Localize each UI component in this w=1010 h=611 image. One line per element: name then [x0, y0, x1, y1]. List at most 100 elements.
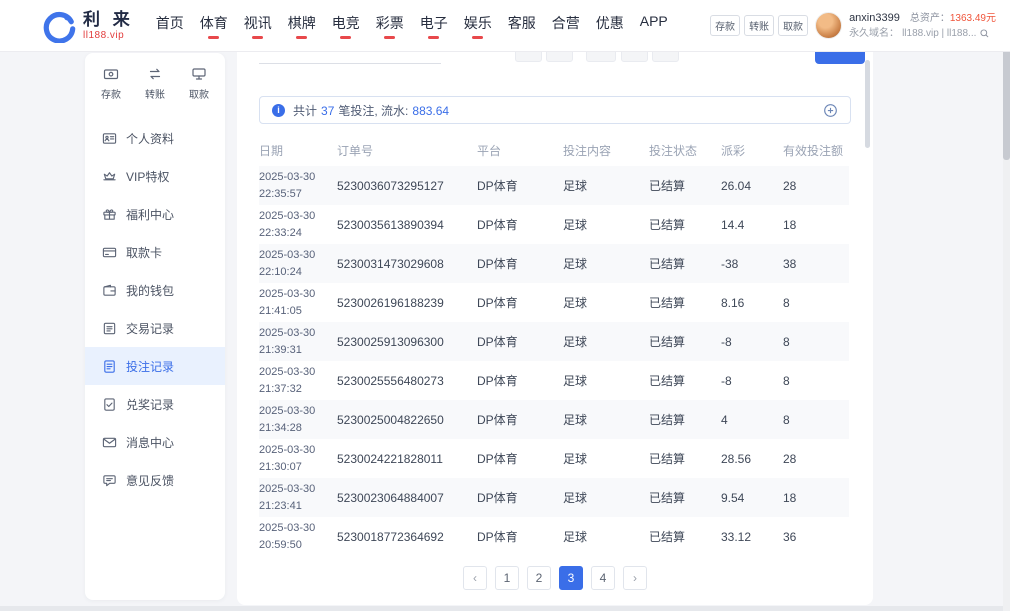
col-header-valid-amount: 有效投注额	[783, 134, 849, 166]
quick-deposit[interactable]: 存款	[101, 66, 121, 101]
sidebar-item-vip[interactable]: VIP特权	[85, 157, 225, 195]
filter-pill[interactable]	[621, 52, 648, 62]
table-row[interactable]: 2025-03-3021:39:31 5230025913096300 DP体育…	[259, 322, 849, 361]
circle-plus-icon[interactable]	[823, 103, 838, 118]
permanent-domain: ll188.vip | ll188...	[902, 26, 976, 41]
main-nav: 首页体育视讯棋牌电竞彩票电子娱乐客服合营优惠APP	[148, 13, 676, 39]
table-row[interactable]: 2025-03-3021:41:05 5230026196188239 DP体育…	[259, 283, 849, 322]
footer-strip	[0, 606, 1003, 611]
filter-pill[interactable]	[586, 52, 616, 62]
nav-item[interactable]: 娱乐	[456, 13, 500, 39]
bet-records-icon	[102, 359, 117, 374]
logo-title: 利 来	[83, 10, 134, 30]
user-info: anxin3399总资产：1363.49元 永久域名：ll188.vip | l…	[849, 10, 996, 42]
cell-payout: 33.12	[721, 517, 783, 556]
cell-date: 2025-03-3022:10:24	[259, 244, 337, 283]
sidebar-item-transactions[interactable]: 交易记录	[85, 309, 225, 347]
search-icon[interactable]	[979, 28, 990, 39]
nav-item[interactable]: 视讯	[236, 13, 280, 39]
sidebar-item-bank-card[interactable]: 取款卡	[85, 233, 225, 271]
cell-platform: DP体育	[477, 400, 563, 439]
hot-badge	[472, 36, 483, 39]
nav-item[interactable]: 电竞	[324, 13, 368, 39]
nav-item[interactable]: 首页	[148, 13, 192, 39]
nav-item[interactable]: 客服	[500, 13, 544, 39]
username[interactable]: anxin3399	[849, 12, 900, 24]
cell-date: 2025-03-3021:34:28	[259, 400, 337, 439]
sidebar-item-prize-records[interactable]: 兑奖记录	[85, 385, 225, 423]
hot-badge	[208, 36, 219, 39]
bank-card-icon	[102, 245, 117, 260]
nav-item[interactable]: APP	[632, 13, 676, 39]
cell-platform: DP体育	[477, 166, 563, 205]
cell-valid-amount: 8	[783, 400, 849, 439]
nav-item-label: 首页	[156, 15, 184, 31]
cell-date: 2025-03-3022:33:24	[259, 205, 337, 244]
hot-badge	[340, 36, 351, 39]
nav-item-label: 棋牌	[288, 15, 316, 31]
header-withdraw-button[interactable]: 取款	[778, 15, 808, 36]
page-button-1[interactable]: 1	[495, 566, 519, 590]
header-transfer-button[interactable]: 转账	[744, 15, 774, 36]
cell-order-number: 5230023064884007	[337, 478, 477, 517]
table-row[interactable]: 2025-03-3020:59:50 5230018772364692 DP体育…	[259, 517, 849, 556]
cell-date: 2025-03-3021:39:31	[259, 322, 337, 361]
table-row[interactable]: 2025-03-3022:33:24 5230035613890394 DP体育…	[259, 205, 849, 244]
col-header-content: 投注内容	[563, 134, 649, 166]
panel-scrollbar-thumb[interactable]	[865, 60, 870, 148]
turnover-total: 883.64	[412, 104, 449, 118]
page-scrollbar-track[interactable]	[1003, 0, 1010, 611]
nav-item[interactable]: 棋牌	[280, 13, 324, 39]
header-deposit-button[interactable]: 存款	[710, 15, 740, 36]
nav-item[interactable]: 优惠	[588, 13, 632, 39]
page-button-3[interactable]: 3	[559, 566, 583, 590]
cell-platform: DP体育	[477, 244, 563, 283]
filter-pill[interactable]	[515, 52, 542, 62]
table-row[interactable]: 2025-03-3021:37:32 5230025556480273 DP体育…	[259, 361, 849, 400]
records-table: 日期 订单号 平台 投注内容 投注状态 派彩 有效投注额 2025-03-302…	[237, 134, 873, 556]
cell-platform: DP体育	[477, 205, 563, 244]
cell-status: 已结算	[649, 517, 721, 556]
table-row[interactable]: 2025-03-3022:35:57 5230036073295127 DP体育…	[259, 166, 849, 205]
sidebar-item-wallet[interactable]: 我的钱包	[85, 271, 225, 309]
avatar[interactable]	[815, 12, 842, 39]
cell-status: 已结算	[649, 205, 721, 244]
site-logo[interactable]: 利 来 ll188.vip	[42, 9, 134, 43]
page-button-4[interactable]: 4	[591, 566, 615, 590]
table-row[interactable]: 2025-03-3022:10:24 5230031473029608 DP体育…	[259, 244, 849, 283]
nav-item[interactable]: 合营	[544, 13, 588, 39]
col-header-order: 订单号	[337, 134, 477, 166]
nav-item[interactable]: 电子	[412, 13, 456, 39]
quick-transfer[interactable]: 转账	[145, 66, 165, 101]
filter-pill[interactable]	[546, 52, 573, 62]
date-range-input[interactable]	[259, 52, 441, 64]
filter-pill[interactable]	[652, 52, 679, 62]
sidebar-item-bet-records[interactable]: 投注记录	[85, 347, 225, 385]
sidebar-item-label: 交易记录	[126, 320, 174, 337]
cell-order-number: 5230018772364692	[337, 517, 477, 556]
next-page-button[interactable]: ›	[623, 566, 647, 590]
assets-label: 总资产：	[910, 13, 950, 24]
transactions-icon	[102, 321, 117, 336]
quick-deposit-label: 存款	[101, 86, 121, 101]
prev-page-button[interactable]: ‹	[463, 566, 487, 590]
search-button[interactable]	[815, 52, 865, 64]
sidebar-item-feedback[interactable]: 意见反馈	[85, 461, 225, 499]
cell-payout: 4	[721, 400, 783, 439]
sidebar-item-messages[interactable]: 消息中心	[85, 423, 225, 461]
summary-prefix: 共计	[293, 104, 317, 118]
nav-item[interactable]: 彩票	[368, 13, 412, 39]
quick-withdraw[interactable]: 取款	[189, 66, 209, 101]
sidebar-item-welfare[interactable]: 福利中心	[85, 195, 225, 233]
nav-item[interactable]: 体育	[192, 13, 236, 39]
nav-item-label: 彩票	[376, 15, 404, 31]
sidebar-item-profile[interactable]: 个人资料	[85, 119, 225, 157]
nav-item-label: 合营	[552, 15, 580, 31]
page-button-2[interactable]: 2	[527, 566, 551, 590]
cell-status: 已结算	[649, 166, 721, 205]
nav-item-label: 娱乐	[464, 15, 492, 31]
table-row[interactable]: 2025-03-3021:23:41 5230023064884007 DP体育…	[259, 478, 849, 517]
logo-domain: ll188.vip	[83, 30, 134, 42]
table-row[interactable]: 2025-03-3021:34:28 5230025004822650 DP体育…	[259, 400, 849, 439]
table-row[interactable]: 2025-03-3021:30:07 5230024221828011 DP体育…	[259, 439, 849, 478]
